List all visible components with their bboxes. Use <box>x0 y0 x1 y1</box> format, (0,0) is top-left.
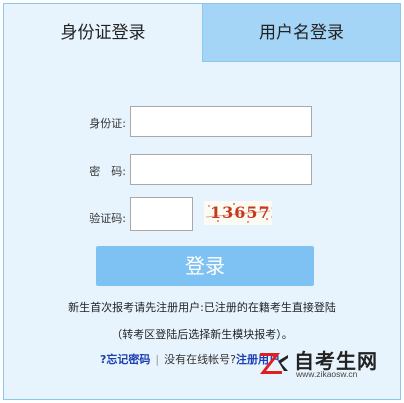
new-student-note: 新生首次报考请先注册用户:已注册的在籍考生直接登陆 <box>68 301 336 314</box>
captcha-input[interactable] <box>130 197 193 231</box>
password-input[interactable] <box>130 154 312 185</box>
id-card-label: 身份证: <box>89 117 126 130</box>
watermark-url: www.zikaosw.cn <box>296 369 358 379</box>
tab-username-login[interactable]: 用户名登录 <box>202 4 400 62</box>
watermark: 自考生网 www.zikaosw.cn <box>258 345 404 387</box>
forgot-password-link[interactable]: ?忘记密码 <box>100 353 150 366</box>
link-separator: | <box>155 353 160 366</box>
tab-id-card-login[interactable]: 身份证登录 <box>4 4 202 62</box>
bottom-links: ?忘记密码 | 没有在线帐号?注册用户 <box>100 351 280 367</box>
captcha-image[interactable]: 136572 <box>204 201 272 225</box>
no-account-text: 没有在线帐号? <box>164 353 236 366</box>
zikaosw-logo-icon <box>260 353 288 374</box>
transfer-note: （转考区登陆后选择新生模块报考）。 <box>111 328 293 341</box>
login-button[interactable]: 登录 <box>96 246 314 286</box>
id-card-input[interactable] <box>130 106 312 137</box>
password-label: 密 码: <box>89 165 126 178</box>
captcha-text: 136572 <box>210 203 272 222</box>
captcha-label: 验证码: <box>89 212 126 225</box>
